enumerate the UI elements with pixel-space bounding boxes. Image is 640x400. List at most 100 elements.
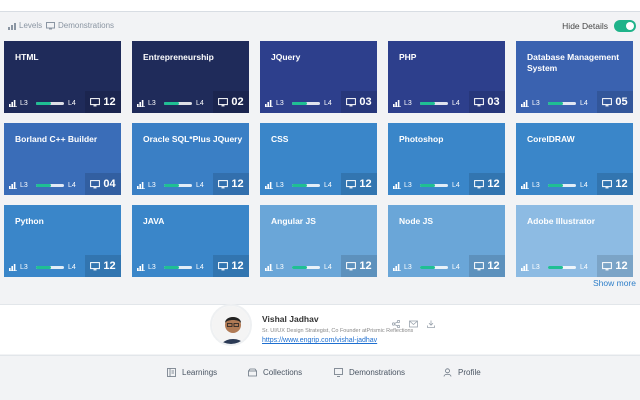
level-icon: [9, 182, 17, 189]
level-icon: [137, 182, 145, 189]
profile-link[interactable]: https://www.engrip.com/vishal-jadhav: [262, 337, 377, 344]
avatar-image: [212, 306, 250, 344]
current-level: L3: [276, 264, 284, 271]
skill-tile[interactable]: JQuery L3 L4 03: [260, 41, 377, 113]
skill-tile[interactable]: Database Management System L3 L4 05: [516, 41, 633, 113]
demonstration-count-value: 05: [615, 96, 628, 108]
level-progress-bar: [548, 102, 576, 105]
target-level: L4: [68, 100, 76, 107]
show-more-link[interactable]: Show more: [593, 278, 636, 288]
demonstration-count-value: 04: [103, 178, 116, 190]
current-level: L3: [20, 182, 28, 189]
nav-collections[interactable]: Collections: [248, 368, 302, 377]
skill-tile[interactable]: JAVA L3 L4 12: [132, 205, 249, 277]
target-level: L4: [68, 182, 76, 189]
target-level: L4: [452, 182, 460, 189]
demonstration-count: 12: [597, 173, 633, 195]
nav-demonstrations-label: Demonstrations: [349, 368, 406, 377]
demonstration-count: 12: [341, 255, 377, 277]
target-level: L4: [68, 264, 76, 271]
skill-tile[interactable]: Oracle SQL*Plus JQuery L3 L4 12: [132, 123, 249, 195]
level-progress-bar: [164, 266, 192, 269]
demonstration-count-value: 03: [487, 96, 500, 108]
current-level: L3: [404, 182, 412, 189]
demonstration-count: 12: [341, 173, 377, 195]
skill-tile[interactable]: HTML L3 L4 12: [4, 41, 121, 113]
skill-tile-title: PHP: [399, 52, 417, 62]
demonstration-count-icon: [474, 261, 485, 270]
skill-tile[interactable]: Borland C++ Builder L3 L4 04: [4, 123, 121, 195]
demonstration-count-icon: [218, 97, 229, 106]
level-progress-fill: [548, 184, 564, 187]
level-progress-fill: [292, 266, 308, 269]
target-level: L4: [196, 264, 204, 271]
current-level: L3: [20, 264, 28, 271]
skill-tile[interactable]: Python L3 L4 12: [4, 205, 121, 277]
demonstration-count-value: 12: [615, 178, 628, 190]
level-icon: [265, 100, 273, 107]
demonstration-count: 03: [469, 91, 505, 113]
skill-tile[interactable]: Angular JS L3 L4 12: [260, 205, 377, 277]
demonstration-count: 05: [597, 91, 633, 113]
monitor-icon: [46, 21, 55, 29]
skill-tile[interactable]: Node JS L3 L4 12: [388, 205, 505, 277]
profile-role: Sr. UI/UX Design Strategist, Co Founder …: [262, 328, 414, 334]
level-icon: [521, 100, 529, 107]
demonstration-count-value: 12: [231, 178, 244, 190]
demonstrations-icon: [334, 368, 343, 377]
demonstration-count: 12: [85, 91, 121, 113]
skill-tile[interactable]: CorelDRAW L3 L4 12: [516, 123, 633, 195]
target-level: L4: [580, 264, 588, 271]
mail-icon[interactable]: [409, 315, 418, 333]
current-level: L3: [276, 182, 284, 189]
current-level: L3: [20, 100, 28, 107]
level-progress-bar: [164, 102, 192, 105]
profile-actions: [391, 315, 435, 333]
demonstration-count: 12: [213, 173, 249, 195]
skill-tile-footer: L3 L4 12: [388, 173, 505, 195]
demonstration-count-icon: [346, 179, 357, 188]
nav-demonstrations[interactable]: Demonstrations: [334, 368, 405, 377]
nav-profile[interactable]: Profile: [443, 368, 481, 377]
skill-tile[interactable]: Photoshop L3 L4 12: [388, 123, 505, 195]
skill-tile-title: CorelDRAW: [527, 134, 575, 144]
skill-tile-title: Entrepreneurship: [143, 52, 214, 62]
download-icon[interactable]: [427, 315, 435, 333]
skill-tile-title: Database Management System: [527, 52, 620, 73]
skill-tile[interactable]: CSS L3 L4 12: [260, 123, 377, 195]
collections-icon: [248, 368, 257, 377]
demonstration-count-value: 12: [359, 178, 372, 190]
skill-tile-footer: L3 L4 05: [516, 91, 633, 113]
skill-tile-title: Python: [15, 216, 44, 226]
level-icon: [137, 100, 145, 107]
hide-details-toggle[interactable]: [614, 20, 636, 32]
skill-tile-title: Photoshop: [399, 134, 444, 144]
level-icon: [9, 100, 17, 107]
skill-tile-title: JAVA: [143, 216, 165, 226]
skill-tile-title: JQuery: [271, 52, 301, 62]
skill-tile-footer: L3 L4 03: [388, 91, 505, 113]
level-progress-bar: [420, 102, 448, 105]
demonstration-count-value: 03: [359, 96, 372, 108]
level-progress-bar: [420, 266, 448, 269]
demonstration-count: 12: [85, 255, 121, 277]
target-level: L4: [580, 182, 588, 189]
nav-learnings[interactable]: Learnings: [167, 368, 217, 377]
demonstration-count-icon: [218, 179, 229, 188]
skill-tile[interactable]: PHP L3 L4 03: [388, 41, 505, 113]
current-level: L3: [404, 100, 412, 107]
skill-tile-footer: L3 L4 12: [516, 173, 633, 195]
demonstrations-tab[interactable]: Demonstrations: [46, 21, 114, 30]
level-progress-fill: [36, 102, 52, 105]
share-icon[interactable]: [391, 315, 401, 333]
levels-tab[interactable]: Levels: [8, 21, 42, 30]
nav-collections-label: Collections: [263, 368, 303, 377]
current-level: L3: [148, 100, 156, 107]
avatar[interactable]: [210, 304, 252, 346]
skill-tile[interactable]: Entrepreneurship L3 L4 02: [132, 41, 249, 113]
skill-tile-title: HTML: [15, 52, 39, 62]
target-level: L4: [452, 100, 460, 107]
level-icon: [521, 264, 529, 271]
target-level: L4: [324, 100, 332, 107]
skill-tile[interactable]: Adobe Illustrator L3 L4 12: [516, 205, 633, 277]
